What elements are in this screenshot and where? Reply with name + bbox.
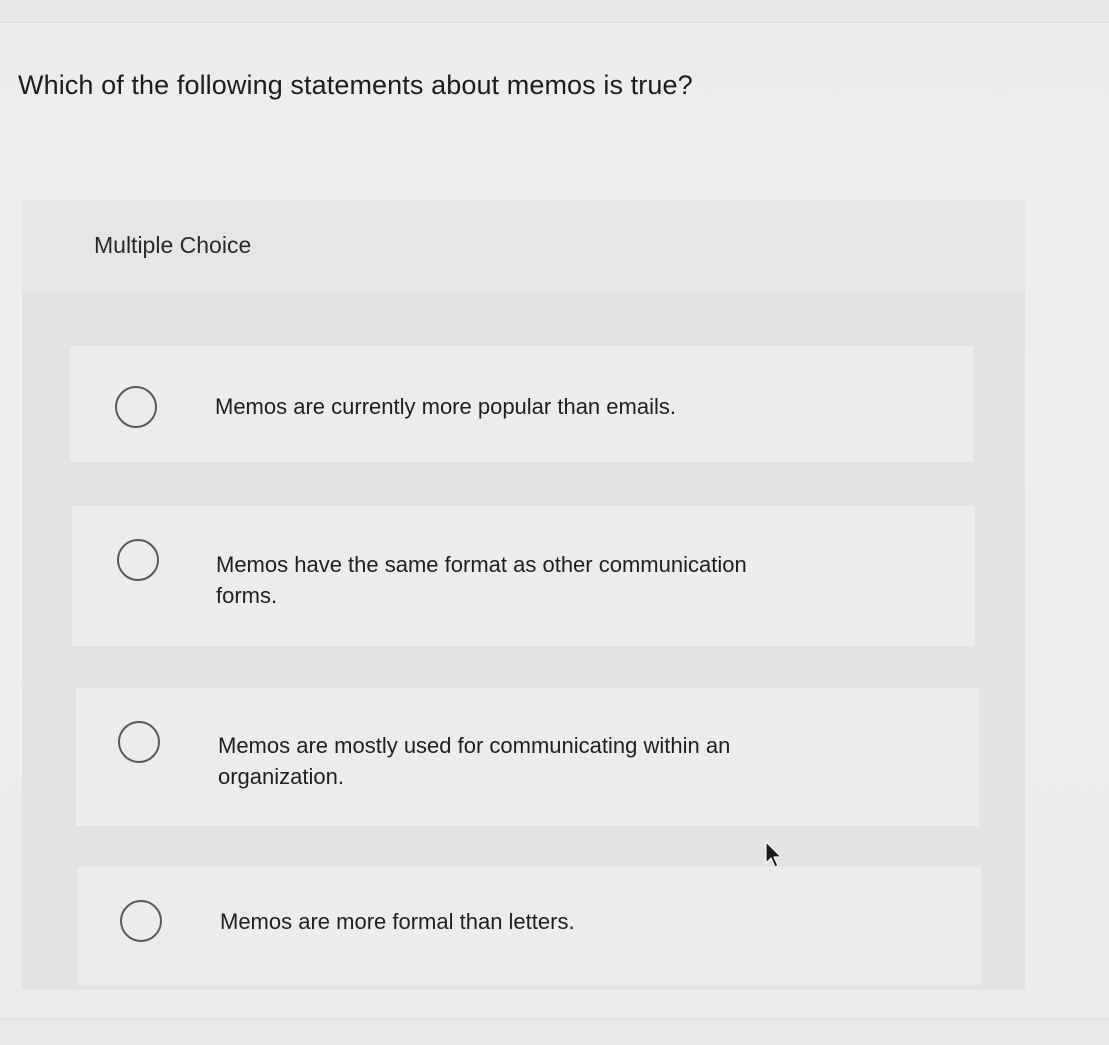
- answer-option-text: Memos are more formal than letters.: [220, 909, 575, 934]
- bottom-edge: [0, 1018, 1109, 1045]
- multiple-choice-panel: Multiple Choice Memos are currently more…: [22, 200, 1025, 990]
- radio-unselected-icon[interactable]: [117, 539, 159, 581]
- radio-unselected-icon[interactable]: [120, 900, 162, 942]
- answer-option-4[interactable]: Memos are more formal than letters.: [78, 867, 981, 985]
- question-text: Which of the following statements about …: [18, 70, 693, 100]
- answer-option-1[interactable]: Memos are currently more popular than em…: [70, 346, 973, 462]
- multiple-choice-label: Multiple Choice: [94, 232, 252, 258]
- answer-option-text: Memos are mostly used for communicating …: [218, 733, 731, 789]
- top-edge: [0, 0, 1109, 23]
- answer-option-text: Memos are currently more popular than em…: [215, 394, 676, 419]
- answer-option-3[interactable]: Memos are mostly used for communicating …: [76, 688, 979, 826]
- answer-option-2[interactable]: Memos have the same format as other comm…: [72, 506, 975, 646]
- answer-option-text: Memos have the same format as other comm…: [216, 552, 747, 608]
- mouse-pointer-icon: [765, 841, 782, 868]
- radio-unselected-icon[interactable]: [118, 721, 160, 763]
- multiple-choice-header: Multiple Choice: [22, 200, 1025, 290]
- radio-unselected-icon[interactable]: [115, 386, 157, 428]
